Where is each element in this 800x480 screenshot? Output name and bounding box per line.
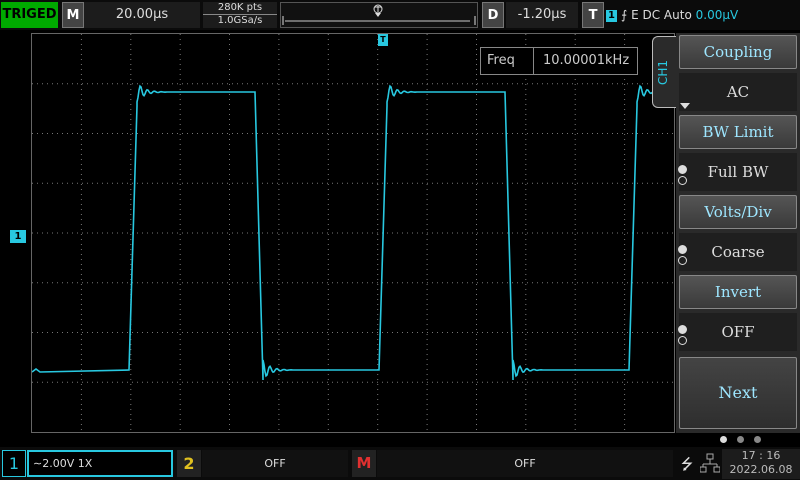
menu-coupling[interactable]: Coupling AC — [676, 33, 800, 113]
ch2-key[interactable]: 2 — [177, 450, 201, 477]
ch1-ground-marker[interactable]: 1 — [10, 230, 26, 243]
page-dot — [737, 436, 744, 443]
memory-bar-graphic — [282, 4, 476, 25]
ch2-settings[interactable]: OFF — [202, 450, 348, 477]
ch1-key[interactable]: 1 — [2, 450, 26, 477]
horizontal-menu-key[interactable]: M — [62, 2, 84, 28]
channel-tab-label: CH1 — [656, 59, 670, 85]
trigger-description: E DC Auto — [631, 8, 692, 22]
menu-page-indicator — [720, 434, 770, 444]
clock-date: 2022.06.08 — [729, 463, 793, 476]
coupling-button[interactable]: Coupling — [679, 35, 797, 69]
menu-bw-limit[interactable]: BW Limit Full BW — [676, 113, 800, 193]
trigger-status-badge: TRIGED — [1, 2, 58, 28]
menu-volts-div[interactable]: Volts/Div Coarse — [676, 193, 800, 273]
ch1-settings[interactable]: ∼2.00V 1X — [27, 450, 173, 477]
freq-value: 10.00001kHz — [543, 53, 630, 68]
ac-coupling-icon: ∼ — [33, 457, 43, 470]
math-settings[interactable]: OFF — [377, 450, 673, 477]
coupling-value: AC — [679, 73, 797, 111]
sample-rate: 1.0GSa/s — [217, 15, 263, 26]
radio-selected-icon — [678, 325, 687, 334]
top-status-bar: TRIGED M 20.00μs 280K pts 1.0GSa/s D -1.… — [0, 0, 800, 30]
channel-menu: Coupling AC BW Limit Full BW Volts/Div C… — [676, 33, 800, 433]
bw-limit-value: Full BW — [679, 153, 797, 191]
trigger-level: 0.00μV — [695, 8, 739, 22]
invert-value: OFF — [679, 313, 797, 351]
trigger-source-badge: 1 — [606, 9, 617, 22]
timebase-readout[interactable]: 20.00μs — [84, 2, 200, 28]
acquisition-readout: 280K pts 1.0GSa/s — [203, 2, 277, 28]
delay-key[interactable]: D — [482, 2, 504, 28]
memory-depth: 280K pts — [217, 2, 263, 13]
radio-unselected-icon — [678, 336, 687, 345]
trigger-menu-key[interactable]: T — [582, 2, 604, 28]
chevron-down-icon — [680, 103, 690, 109]
menu-invert[interactable]: Invert OFF — [676, 273, 800, 353]
next-page-button[interactable]: Next — [679, 357, 797, 429]
trigger-position-marker[interactable]: T — [378, 34, 388, 46]
volts-div-button[interactable]: Volts/Div — [679, 195, 797, 229]
bw-limit-button[interactable]: BW Limit — [679, 115, 797, 149]
network-icon — [700, 453, 720, 473]
freq-label: Freq — [487, 53, 515, 68]
ch1-trace — [32, 84, 668, 381]
math-key[interactable]: M — [352, 450, 376, 477]
usb-icon: ⭍ — [680, 455, 694, 473]
trigger-position-icon — [373, 4, 383, 17]
radio-unselected-icon — [678, 176, 687, 185]
invert-button[interactable]: Invert — [679, 275, 797, 309]
radio-unselected-icon — [678, 256, 687, 265]
ch1-probe: 1X — [77, 457, 93, 470]
rising-edge-icon: ⨍ — [621, 8, 628, 22]
bottom-channel-bar: 1 ∼2.00V 1X 2 OFF M OFF ⭍ 17 : 16 2022.0… — [0, 447, 800, 480]
frequency-measurement: Freq 10.00001kHz — [480, 47, 638, 75]
memory-position-bar[interactable] — [280, 2, 478, 28]
page-dot — [720, 436, 727, 443]
waveform-display[interactable]: Freq 10.00001kHz — [31, 33, 675, 433]
radio-selected-icon — [678, 245, 687, 254]
radio-selected-icon — [678, 165, 687, 174]
system-clock: 17 : 16 2022.06.08 — [722, 449, 800, 479]
clock-time: 17 : 16 — [741, 449, 781, 462]
ch1-waveform — [32, 84, 668, 381]
trigger-info[interactable]: 1 ⨍ E DC Auto 0.00μV — [606, 2, 798, 28]
volts-div-value: Coarse — [679, 233, 797, 271]
ch1-scale: 2.00V — [42, 457, 75, 470]
channel-tab: CH1 — [652, 36, 677, 108]
delay-readout[interactable]: -1.20μs — [506, 2, 578, 28]
page-dot — [754, 436, 761, 443]
